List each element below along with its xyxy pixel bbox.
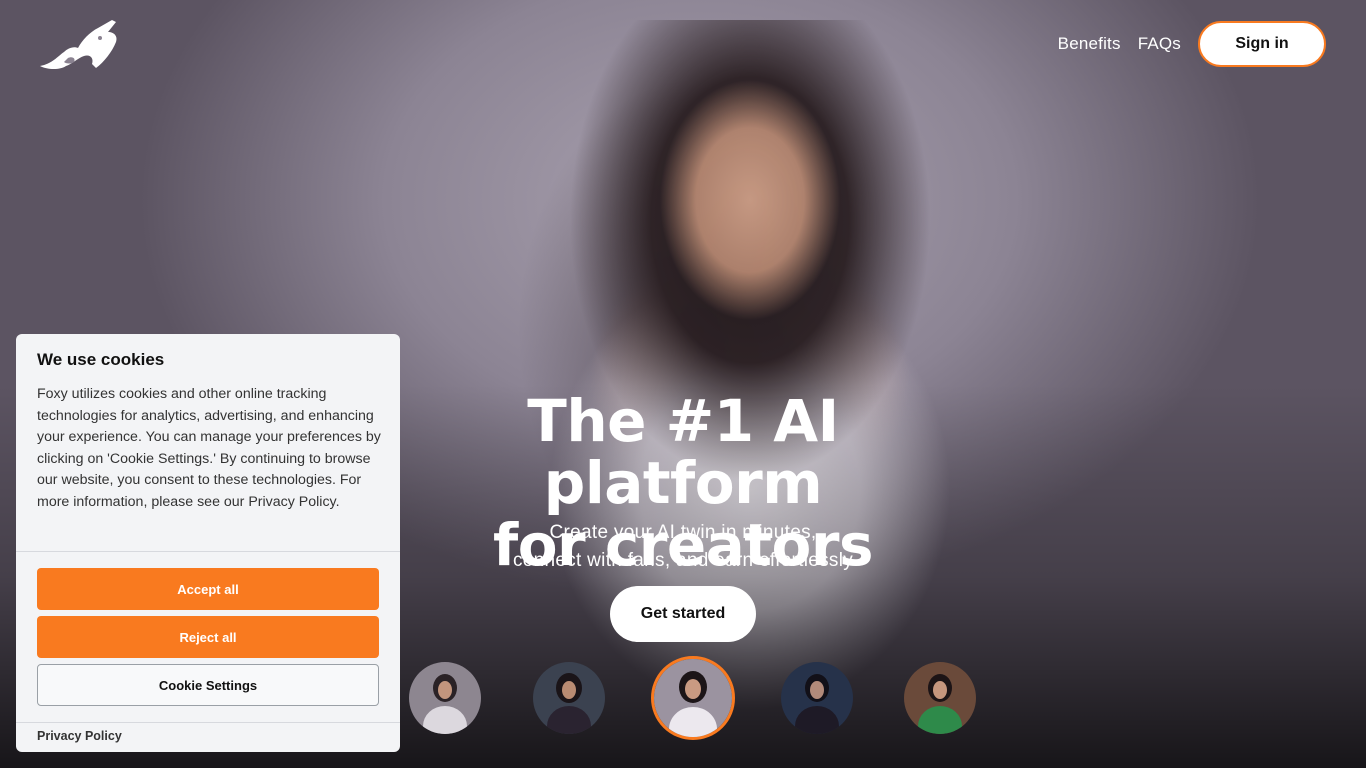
hero-headline-line-1: The #1 AI platform — [527, 387, 839, 517]
cookie-settings-button[interactable]: Cookie Settings — [37, 664, 379, 706]
cookie-banner-title: We use cookies — [37, 350, 165, 369]
cookie-divider — [16, 722, 400, 723]
reject-all-button[interactable]: Reject all — [37, 616, 379, 658]
hero-subtitle-line-1: Create your AI twin in minutes, — [549, 522, 817, 543]
creator-thumbnail[interactable] — [904, 662, 976, 734]
cookie-divider — [16, 551, 400, 552]
cookie-banner: We use cookies Foxy utilizes cookies and… — [16, 334, 400, 752]
creator-thumbnail[interactable] — [781, 662, 853, 734]
top-nav: Benefits FAQs Sign in — [1058, 21, 1326, 67]
nav-link-benefits[interactable]: Benefits — [1058, 34, 1121, 54]
cookie-banner-text: Foxy utilizes cookies and other online t… — [37, 386, 381, 510]
privacy-policy-link[interactable]: Privacy Policy — [37, 729, 122, 743]
creator-thumbnail-selected[interactable] — [651, 656, 735, 740]
creator-thumbnail[interactable] — [533, 662, 605, 734]
nav-link-faqs[interactable]: FAQs — [1138, 34, 1181, 54]
accept-all-button[interactable]: Accept all — [37, 568, 379, 610]
sign-in-button[interactable]: Sign in — [1198, 21, 1326, 67]
hero-subtitle-line-2: connect with fans, and earn effortlessly — [512, 550, 854, 571]
hero-subtitle: Create your AI twin in minutes, connect … — [433, 519, 933, 575]
get-started-button[interactable]: Get started — [610, 586, 756, 642]
creator-thumbnail[interactable] — [409, 662, 481, 734]
fox-logo-icon[interactable] — [38, 18, 120, 72]
